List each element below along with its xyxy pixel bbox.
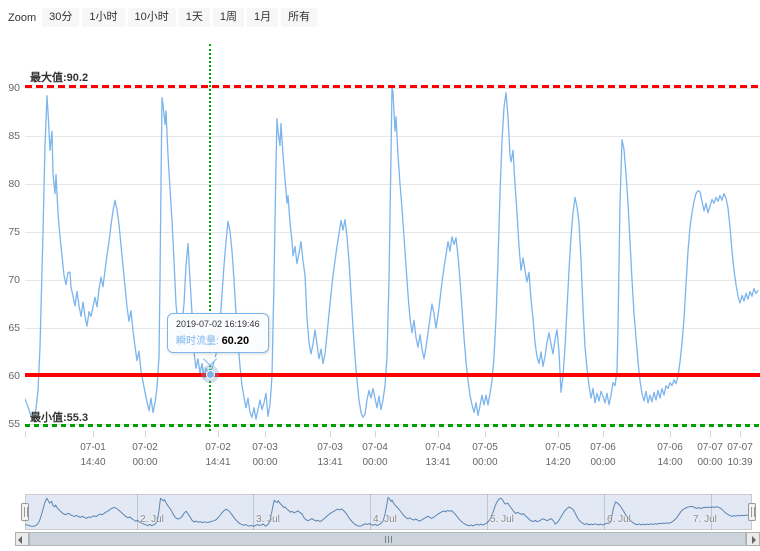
range-button-2[interactable]: 10小时 <box>128 8 176 27</box>
x-axis-tick <box>670 431 671 437</box>
min-plotline-label: 最小值:55.3 <box>30 409 88 425</box>
navigator-date-label: 6. Jul <box>607 514 631 525</box>
scrollbar-thumb[interactable] <box>29 532 746 546</box>
max-plotline-label: 最大值:90.2 <box>30 69 88 85</box>
navigator-gridline <box>253 494 254 530</box>
y-axis-label: 85 <box>0 129 20 143</box>
x-axis-label: 07-0500:00 <box>463 440 507 470</box>
navigator-date-label: 5. Jul <box>490 514 514 525</box>
range-button-4[interactable]: 1周 <box>213 8 244 27</box>
navigator-gridline <box>487 494 488 530</box>
navigator-gridline <box>137 494 138 530</box>
x-axis-label: 07-0200:00 <box>123 440 167 470</box>
flow-rate-chart: Zoom 30分1小时10小时1天1周1月所有 55 60 65 70 75 80 85 90… <box>0 0 760 551</box>
y-axis-label: 60 <box>0 369 20 383</box>
x-axis-tick <box>558 431 559 437</box>
current-value-line <box>25 373 760 377</box>
range-buttons: 30分1小时10小时1天1周1月所有 <box>42 8 317 27</box>
x-axis-tick <box>218 431 219 437</box>
x-axis-label: 07-0614:00 <box>648 440 692 470</box>
navigator-left-handle[interactable] <box>21 503 29 521</box>
left-arrow-icon <box>18 536 22 544</box>
y-axis-label: 75 <box>0 225 20 239</box>
range-button-5[interactable]: 1月 <box>247 8 278 27</box>
range-button-0[interactable]: 30分 <box>42 8 79 27</box>
max-plotline <box>25 85 760 88</box>
min-plotline <box>25 424 760 427</box>
x-axis-tick <box>438 431 439 437</box>
x-axis-label: 07-0710:39 <box>718 440 760 470</box>
x-axis-tick <box>145 431 146 437</box>
x-axis-label: 07-0514:20 <box>536 440 580 470</box>
navigator-date-label: 2. Jul <box>140 514 164 525</box>
y-axis-label: 65 <box>0 321 20 335</box>
scrollbar-left-arrow-button[interactable] <box>15 532 29 546</box>
hover-point-marker <box>206 370 215 379</box>
x-axis-tick <box>265 431 266 437</box>
scrollbar-right-arrow-button[interactable] <box>746 532 760 546</box>
zoom-label: Zoom <box>8 12 36 24</box>
y-axis-label: 80 <box>0 177 20 191</box>
tooltip: 2019-07-02 16:19:46 瞬时流量: 60.20 <box>167 313 269 353</box>
scrollbar-grip-icon <box>388 536 389 543</box>
tooltip-value-row: 瞬时流量: 60.20 <box>176 332 260 347</box>
tooltip-datetime: 2019-07-02 16:19:46 <box>176 319 260 329</box>
x-axis-tick <box>485 431 486 437</box>
x-axis-label: 07-0413:41 <box>416 440 460 470</box>
navigator-date-label: 4. Jul <box>373 514 397 525</box>
x-axis-label: 07-0214:41 <box>196 440 240 470</box>
y-axis-label: 90 <box>0 81 20 95</box>
navigator-date-label: 3. Jul <box>256 514 280 525</box>
x-axis-tick <box>93 431 94 437</box>
x-axis-tick <box>25 431 26 437</box>
navigator-gridline <box>370 494 371 530</box>
tooltip-series-label: 瞬时流量: <box>176 336 219 347</box>
range-button-1[interactable]: 1小时 <box>82 8 124 27</box>
navigator-gridline <box>604 494 605 530</box>
range-button-6[interactable]: 所有 <box>281 8 317 27</box>
x-axis-label: 07-0114:40 <box>71 440 115 470</box>
x-axis-label: 07-0300:00 <box>243 440 287 470</box>
y-axis-label: 70 <box>0 273 20 287</box>
x-axis-tick <box>375 431 376 437</box>
navigator-date-label: 7. Jul <box>693 514 717 525</box>
x-axis-tick <box>710 431 711 437</box>
tooltip-value: 60.20 <box>222 335 250 347</box>
range-selector: Zoom 30分1小时10小时1天1周1月所有 <box>8 8 317 27</box>
right-arrow-icon <box>752 536 756 544</box>
x-axis-tick <box>740 431 741 437</box>
x-axis-label: 07-0600:00 <box>581 440 625 470</box>
x-axis-label: 07-0313:41 <box>308 440 352 470</box>
x-axis-label: 07-0400:00 <box>353 440 397 470</box>
y-axis-label: 55 <box>0 417 20 431</box>
x-axis-tick <box>330 431 331 437</box>
x-axis-tick <box>603 431 604 437</box>
range-button-3[interactable]: 1天 <box>179 8 210 27</box>
navigator-right-handle[interactable] <box>748 503 756 521</box>
